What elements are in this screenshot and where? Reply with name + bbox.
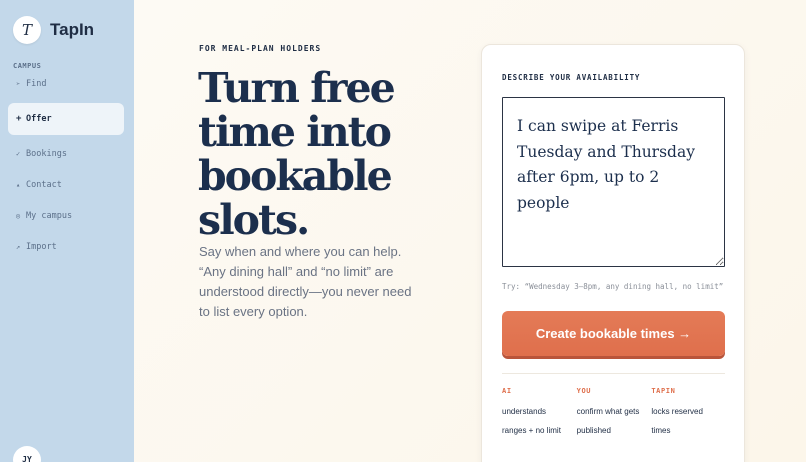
diagonal-arrow-icon: ↗ — [16, 243, 21, 251]
sidebar-item-bookings[interactable]: ✓ Bookings — [8, 142, 124, 166]
headline-line: time into — [198, 108, 392, 156]
sidebar-item-offer[interactable]: + Offer — [8, 103, 124, 135]
headline-line: bookable — [198, 152, 393, 200]
plus-icon: + — [16, 114, 22, 124]
step-text: confirm what gets — [576, 407, 640, 416]
lede: Say when and where you can help. “Any di… — [199, 244, 412, 319]
sidebar-item-label: Find — [26, 79, 47, 89]
headline-line: Turn free — [198, 64, 396, 112]
sidebar-section-label: CAMPUS — [13, 62, 42, 70]
step-text: understands — [502, 407, 547, 416]
main-content: FOR MEAL-PLAN HOLDERS Turn free time int… — [134, 0, 806, 462]
step-text: locks reserved — [651, 407, 703, 416]
sidebar-item-label: Import — [26, 242, 57, 252]
sidebar-item-label: My campus — [26, 211, 73, 221]
app-logo: T — [13, 16, 41, 44]
arrow-icon: ➢ — [16, 80, 21, 88]
availability-label: DESCRIBE YOUR AVAILABILITY — [502, 73, 641, 82]
check-icon: ✓ — [16, 150, 21, 158]
step-text: published — [576, 426, 611, 435]
step-you: YOU confirm what gets published — [577, 387, 652, 440]
step-tapin: TAPIN locks reserved times — [651, 387, 726, 440]
sidebar-item-import[interactable]: ↗ Import — [8, 235, 124, 259]
page-title: Turn free time into bookable slots. — [198, 66, 438, 242]
process-steps: AI understands ranges + no limit YOU con… — [502, 387, 726, 440]
triangle-icon: ▴ — [16, 181, 21, 189]
step-title: TAPIN — [651, 387, 676, 395]
availability-input[interactable]: I can swipe at Ferris Tuesday and Thursd… — [502, 97, 725, 267]
sidebar-item-label: Contact — [26, 180, 62, 190]
globe-icon: ◎ — [16, 212, 21, 220]
headline-line: slots. — [198, 196, 310, 244]
availability-hint: Try: “Wednesday 3–8pm, any dining hall, … — [502, 282, 724, 291]
sidebar-item-contact[interactable]: ▴ Contact — [8, 173, 124, 197]
sidebar-item-label: Offer — [26, 114, 52, 124]
app-name: TapIn — [50, 20, 95, 39]
create-bookable-times-button[interactable]: Create bookable times → — [502, 311, 725, 356]
sidebar-item-find[interactable]: ➢ Find — [8, 72, 124, 96]
sidebar-item-label: Bookings — [26, 149, 67, 159]
step-title: AI — [502, 387, 512, 395]
availability-card: DESCRIBE YOUR AVAILABILITY I can swipe a… — [481, 44, 745, 462]
step-text: times — [651, 426, 671, 435]
brand[interactable]: T TapIn — [13, 16, 94, 44]
sidebar-nav: ➢ Find + Offer ✓ Bookings ▴ Contact ◎ My… — [8, 72, 124, 266]
eyebrow: FOR MEAL-PLAN HOLDERS — [199, 44, 322, 53]
divider — [502, 373, 725, 374]
step-ai: AI understands ranges + no limit — [502, 387, 577, 440]
sidebar-item-my-campus[interactable]: ◎ My campus — [8, 204, 124, 228]
avatar[interactable]: JY — [13, 446, 41, 462]
sidebar: T TapIn CAMPUS ➢ Find + Offer ✓ Bookings… — [0, 0, 134, 462]
step-text: ranges + no limit — [502, 426, 561, 435]
step-title: YOU — [576, 387, 592, 395]
